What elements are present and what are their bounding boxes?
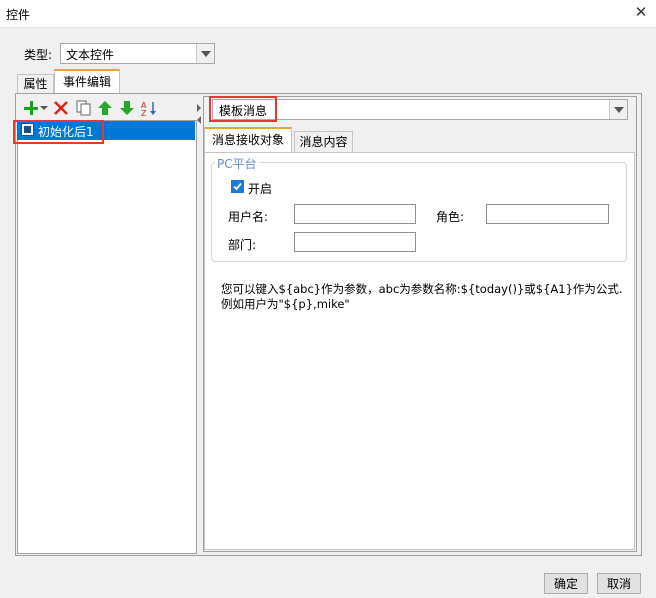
chevron-down-icon xyxy=(609,100,627,119)
copy-icon[interactable] xyxy=(74,99,92,117)
tab-message-content[interactable]: 消息内容 xyxy=(294,131,353,153)
move-down-icon[interactable] xyxy=(118,99,136,117)
close-icon[interactable]: ✕ xyxy=(632,3,650,21)
tab-message-recipients[interactable]: 消息接收对象 xyxy=(204,127,292,153)
add-icon[interactable] xyxy=(22,99,40,117)
tab-event-edit[interactable]: 事件编辑 xyxy=(54,69,120,94)
ok-button[interactable]: 确定 xyxy=(544,573,588,594)
type-label: 类型: xyxy=(24,48,53,62)
window-title: 控件 xyxy=(6,8,31,22)
svg-text:Z: Z xyxy=(141,109,147,117)
tab-message-recipients-label: 消息接收对象 xyxy=(211,133,284,147)
dropdown-small-icon[interactable] xyxy=(40,99,48,117)
hint-line-1: 您可以键入${abc}作为参数，abc为参数名称:${today()}或${A1… xyxy=(221,282,623,296)
event-item-highlight xyxy=(13,120,104,144)
event-list-panel xyxy=(17,120,197,554)
tab-message-content-label: 消息内容 xyxy=(299,135,348,149)
hint-line-2: 例如用户为"${p},mike" xyxy=(221,297,350,311)
pc-platform-group-label: PC平台 xyxy=(215,155,259,172)
type-select[interactable]: 文本控件 xyxy=(60,43,215,64)
department-label: 部门: xyxy=(228,238,257,252)
checkbox-checked-icon[interactable] xyxy=(231,180,244,193)
event-toolbar: AZ xyxy=(22,98,192,118)
role-label: 角色: xyxy=(436,210,465,224)
username-field[interactable] xyxy=(294,204,416,224)
sort-icon[interactable]: AZ xyxy=(140,99,158,117)
move-up-icon[interactable] xyxy=(96,99,114,117)
template-highlight xyxy=(209,96,277,122)
username-label: 用户名: xyxy=(228,210,269,224)
cancel-button[interactable]: 取消 xyxy=(597,573,641,594)
role-field[interactable] xyxy=(486,204,609,224)
tab-event-edit-label: 事件编辑 xyxy=(62,75,111,89)
enable-label: 开启 xyxy=(248,182,273,196)
title-bar: 控件 ✕ xyxy=(0,0,656,28)
type-select-value: 文本控件 xyxy=(66,48,115,62)
chevron-down-icon xyxy=(196,44,214,63)
tab-properties-label: 属性 xyxy=(23,77,48,91)
tab-properties[interactable]: 属性 xyxy=(17,74,54,94)
collapse-left-icon xyxy=(197,116,201,124)
collapse-right-icon xyxy=(197,104,201,112)
department-field[interactable] xyxy=(294,232,416,252)
delete-icon[interactable] xyxy=(52,99,70,117)
